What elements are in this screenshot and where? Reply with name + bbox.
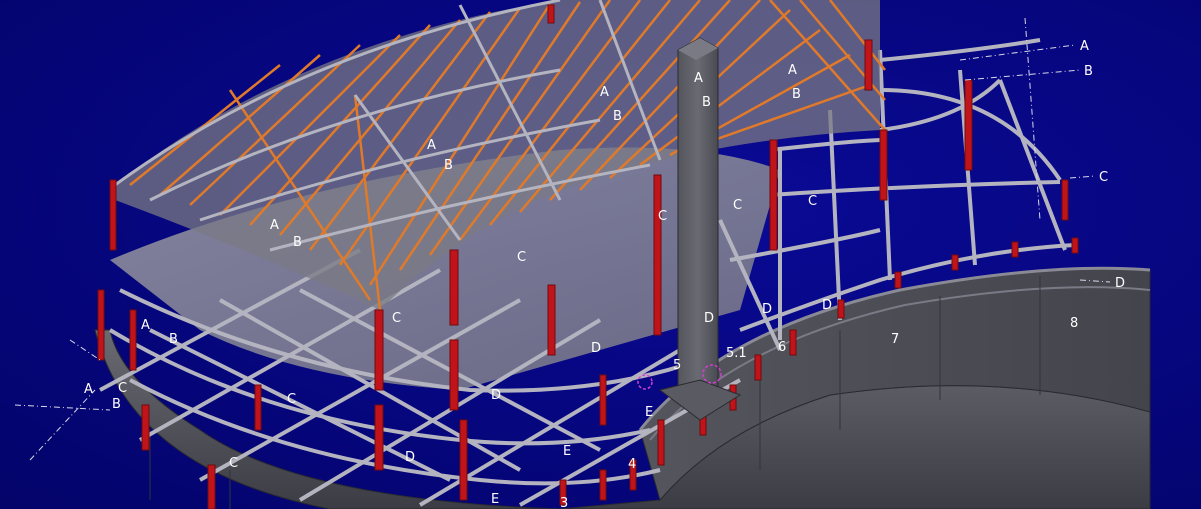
grid-label-C-3: C — [808, 194, 817, 209]
grid-label-C-7: C — [229, 456, 238, 471]
grid-label-B-roof4: B — [293, 235, 302, 250]
grid-label-B-right: B — [1084, 64, 1093, 79]
grid-label-A-roof1: A — [600, 85, 609, 100]
grid-label-A-roof4: A — [270, 218, 279, 233]
grid-label-D-6: D — [405, 450, 415, 465]
grid-label-B-roof3: B — [444, 158, 453, 173]
grid-label-C-8: C — [118, 381, 127, 396]
grid-label-B-core: B — [702, 95, 711, 110]
axis-number-8: 8 — [1070, 316, 1078, 331]
grid-label-A-roof2: A — [788, 63, 797, 78]
axis-number-7: 7 — [891, 332, 899, 347]
grid-label-D-1: D — [704, 311, 714, 326]
grid-label-E-1: E — [645, 405, 653, 420]
grid-label-E-2: E — [563, 444, 571, 459]
grid-label-C-4: C — [517, 250, 526, 265]
grid-label-C-1: C — [658, 209, 667, 224]
grid-label-C-right: C — [1099, 170, 1108, 185]
grid-label-A-ring: A — [141, 318, 150, 333]
axis-number-5: 5 — [673, 358, 681, 373]
grid-label-D-4: D — [591, 341, 601, 356]
grid-label-A-left: A — [84, 382, 93, 397]
axis-number-4: 4 — [628, 457, 636, 472]
grid-label-A-roof3: A — [427, 138, 436, 153]
grid-label-B-left: B — [112, 397, 121, 412]
axis-number-3: 3 — [560, 496, 568, 509]
grid-label-D-3: D — [822, 298, 832, 313]
grid-label-C-6: C — [287, 392, 296, 407]
grid-label-C-5: C — [392, 311, 401, 326]
grid-label-B-roof1: B — [613, 109, 622, 124]
grid-label-B-ring: B — [169, 332, 178, 347]
axis-number-5-1: 5.1 — [726, 346, 747, 361]
grid-label-C-2: C — [733, 198, 742, 213]
axis-number-6: 6 — [778, 340, 786, 355]
grid-label-D-5: D — [491, 388, 501, 403]
grid-label-A-right: A — [1080, 39, 1089, 54]
structural-model-drawing: A B C D A B A B A B A B A B A B A B C C … — [14, 0, 1151, 509]
model-viewport[interactable]: A B C D A B A B A B A B A B A B A B C C … — [0, 0, 1201, 509]
grid-label-E-3: E — [491, 492, 499, 507]
grid-label-D-right: D — [1115, 276, 1125, 291]
grid-label-B-roof2: B — [792, 87, 801, 102]
grid-label-D-2: D — [762, 302, 772, 317]
grid-label-A-core: A — [694, 71, 703, 86]
